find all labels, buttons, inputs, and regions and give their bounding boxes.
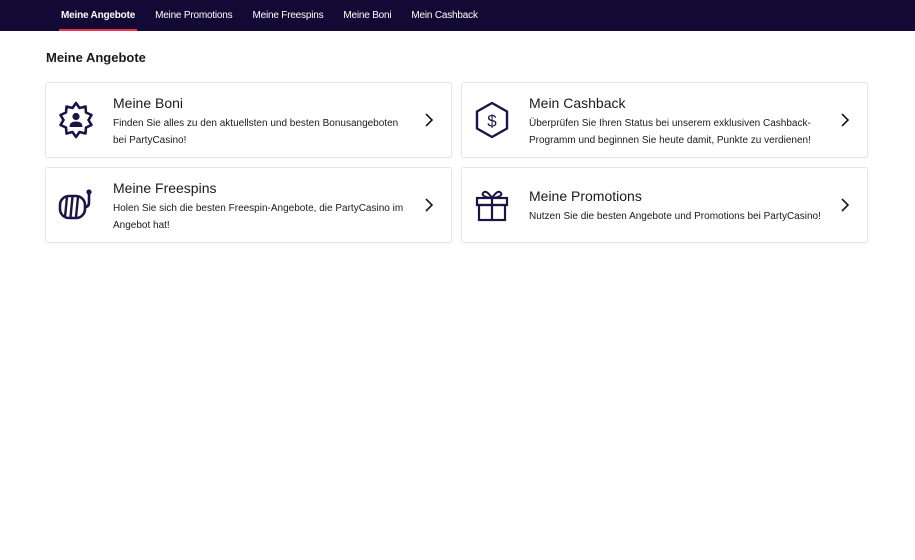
chevron-right-icon bbox=[839, 197, 851, 213]
card-meine-boni[interactable]: Meine Boni Finden Sie alles zu den aktue… bbox=[45, 82, 452, 158]
gift-icon bbox=[472, 185, 512, 225]
tab-meine-angebote[interactable]: Meine Angebote bbox=[51, 0, 145, 31]
card-mein-cashback[interactable]: $ Mein Cashback Überprüfen Sie Ihren Sta… bbox=[461, 82, 868, 158]
gear-user-icon bbox=[56, 100, 96, 140]
tab-meine-promotions[interactable]: Meine Promotions bbox=[145, 0, 242, 31]
page-title: Meine Angebote bbox=[46, 50, 146, 65]
chevron-right-icon bbox=[839, 112, 851, 128]
card-description: Nutzen Sie die besten Angebote und Promo… bbox=[529, 211, 821, 222]
dollar-hexagon-icon: $ bbox=[472, 100, 512, 140]
card-meine-promotions[interactable]: Meine Promotions Nutzen Sie die besten A… bbox=[461, 167, 868, 243]
card-description: Überprüfen Sie Ihren Status bei unserem … bbox=[529, 118, 811, 146]
card-title: Meine Promotions bbox=[529, 188, 642, 204]
chevron-right-icon bbox=[423, 197, 435, 213]
slot-reel-icon bbox=[56, 185, 96, 225]
top-navigation: Meine Angebote Meine Promotions Meine Fr… bbox=[0, 0, 915, 31]
svg-text:$: $ bbox=[487, 112, 497, 131]
card-title: Meine Boni bbox=[113, 95, 184, 111]
card-title: Mein Cashback bbox=[529, 95, 626, 111]
tab-mein-cashback[interactable]: Mein Cashback bbox=[401, 0, 487, 31]
card-description: Holen Sie sich die besten Freespin-Angeb… bbox=[113, 203, 404, 231]
tab-meine-freespins[interactable]: Meine Freespins bbox=[242, 0, 333, 31]
card-meine-freespins[interactable]: Meine Freespins Holen Sie sich die beste… bbox=[45, 167, 452, 243]
card-description: Finden Sie alles zu den aktuellsten und … bbox=[113, 118, 399, 146]
tab-meine-boni[interactable]: Meine Boni bbox=[333, 0, 401, 31]
card-title: Meine Freespins bbox=[113, 180, 217, 196]
chevron-right-icon bbox=[423, 112, 435, 128]
